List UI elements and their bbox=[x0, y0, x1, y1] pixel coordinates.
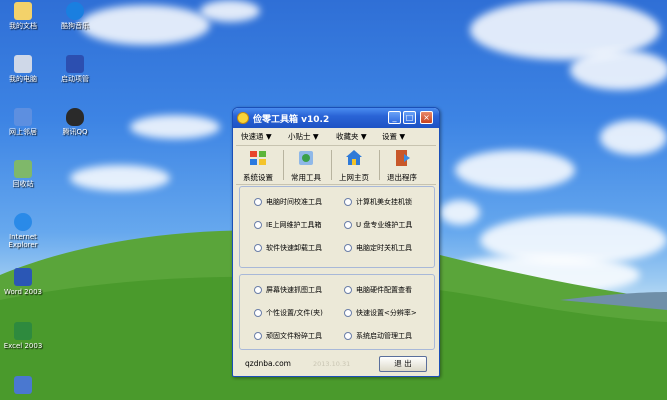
menu-quick-access[interactable]: 快速通 ▼ bbox=[241, 131, 272, 142]
website-link[interactable]: qzdnba.com bbox=[245, 359, 291, 368]
window-title: 俭零工具箱 v10.2 bbox=[253, 115, 330, 125]
excel-2003-icon bbox=[14, 322, 32, 340]
radio-button[interactable] bbox=[254, 221, 262, 229]
toolbar-separator bbox=[379, 150, 380, 180]
maximize-button[interactable]: □ bbox=[403, 111, 416, 124]
homepage-button[interactable]: 上网主页 bbox=[334, 148, 374, 183]
radio-button[interactable] bbox=[254, 286, 262, 294]
qq-penguin-icon bbox=[66, 108, 84, 126]
windows-flag-icon bbox=[250, 151, 266, 165]
radio-button[interactable] bbox=[254, 244, 262, 252]
menu-favorites[interactable]: 收藏夹 ▼ bbox=[336, 131, 367, 142]
desktop-icon-startup-manager[interactable]: 启动项管 bbox=[52, 55, 98, 83]
radio-button[interactable] bbox=[254, 309, 262, 317]
desktop-background: 我的文档 酷狗音乐 我的电脑 启动项管 网上邻居 腾讯QQ 回收站 Intern… bbox=[0, 0, 667, 400]
radio-button[interactable] bbox=[254, 198, 262, 206]
desktop-icon-my-computer[interactable]: 我的电脑 bbox=[0, 55, 46, 83]
tools-group-2: 屏幕快速抓图工具 电脑硬件配置查看 个性设置/文件(夹) 快速设置<分辨率> 顽… bbox=[239, 274, 435, 350]
option-personalize[interactable]: 个性设置/文件(夹) bbox=[254, 308, 323, 318]
exit-program-button[interactable]: 退出程序 bbox=[382, 148, 422, 183]
exit-door-icon bbox=[396, 150, 410, 166]
radio-button[interactable] bbox=[254, 332, 262, 340]
option-ie-repair[interactable]: IE上网维护工具箱 bbox=[254, 220, 322, 230]
tools-group-1: 电脑时间校准工具 计算机美女挂机锁 IE上网维护工具箱 U 盘专业维护工具 软件… bbox=[239, 186, 435, 268]
close-button[interactable]: × bbox=[420, 111, 433, 124]
option-timed-shutdown[interactable]: 电脑定时关机工具 bbox=[344, 243, 412, 253]
toolbar-separator bbox=[283, 150, 284, 180]
desktop-icon-my-documents[interactable]: 我的文档 bbox=[0, 2, 46, 30]
common-tools-button[interactable]: 常用工具 bbox=[286, 148, 326, 183]
desktop-icon-kugou[interactable]: 酷狗音乐 bbox=[52, 2, 98, 30]
toolbox-window: 俭零工具箱 v10.2 _ □ × 快速通 ▼ 小贴士 ▼ 收藏夹 ▼ 设置 ▼… bbox=[232, 107, 440, 377]
home-icon bbox=[346, 150, 362, 165]
desktop-icon-recycle-bin[interactable]: 回收站 bbox=[0, 160, 46, 188]
desktop-icon-network[interactable]: 网上邻居 bbox=[0, 108, 46, 136]
recycle-bin-icon bbox=[14, 160, 32, 178]
toolbar-separator bbox=[331, 150, 332, 180]
desktop-icon-partial[interactable] bbox=[0, 376, 46, 396]
word-2003-icon bbox=[14, 268, 32, 286]
minimize-button[interactable]: _ bbox=[388, 111, 401, 124]
tools-icon bbox=[299, 151, 313, 165]
my-computer-icon bbox=[14, 55, 32, 73]
smiley-icon bbox=[237, 112, 249, 124]
option-file-shredder[interactable]: 顽固文件粉碎工具 bbox=[254, 331, 322, 341]
radio-button[interactable] bbox=[344, 221, 352, 229]
desktop-icon-internet-explorer[interactable]: Internet Explorer bbox=[0, 213, 46, 249]
my-documents-icon bbox=[14, 2, 32, 20]
option-hardware-info[interactable]: 电脑硬件配置查看 bbox=[344, 285, 412, 295]
menu-settings[interactable]: 设置 ▼ bbox=[382, 131, 405, 142]
option-time-sync[interactable]: 电脑时间校准工具 bbox=[254, 197, 322, 207]
option-resolution[interactable]: 快速设置<分辨率> bbox=[344, 308, 417, 318]
option-startup-manager[interactable]: 系统启动管理工具 bbox=[344, 331, 412, 341]
option-uninstaller[interactable]: 软件快速卸载工具 bbox=[254, 243, 322, 253]
title-bar[interactable]: 俭零工具箱 v10.2 _ □ × bbox=[233, 108, 439, 128]
network-icon bbox=[14, 108, 32, 126]
radio-button[interactable] bbox=[344, 198, 352, 206]
system-settings-button[interactable]: 系统设置 bbox=[238, 148, 278, 183]
option-screenshot[interactable]: 屏幕快速抓图工具 bbox=[254, 285, 322, 295]
exit-button[interactable]: 退 出 bbox=[379, 356, 427, 372]
option-usb-repair[interactable]: U 盘专业维护工具 bbox=[344, 220, 412, 230]
release-date: 2013.10.31 bbox=[313, 360, 351, 368]
toolbar: 系统设置 常用工具 上网主页 退出程序 bbox=[236, 145, 436, 185]
option-screen-lock[interactable]: 计算机美女挂机锁 bbox=[344, 197, 412, 207]
internet-explorer-icon bbox=[14, 213, 32, 231]
program-icon bbox=[14, 376, 32, 394]
desktop-icon-word-2003[interactable]: Word 2003 bbox=[0, 268, 46, 296]
desktop-icon-qq[interactable]: 腾讯QQ bbox=[52, 108, 98, 136]
radio-button[interactable] bbox=[344, 309, 352, 317]
menu-bar: 快速通 ▼ 小贴士 ▼ 收藏夹 ▼ 设置 ▼ bbox=[236, 130, 436, 144]
radio-button[interactable] bbox=[344, 244, 352, 252]
menu-tips[interactable]: 小贴士 ▼ bbox=[288, 131, 319, 142]
startup-manager-icon bbox=[66, 55, 84, 73]
radio-button[interactable] bbox=[344, 286, 352, 294]
kugou-music-icon bbox=[66, 2, 84, 20]
radio-button[interactable] bbox=[344, 332, 352, 340]
desktop-icon-excel-2003[interactable]: Excel 2003 bbox=[0, 322, 46, 350]
